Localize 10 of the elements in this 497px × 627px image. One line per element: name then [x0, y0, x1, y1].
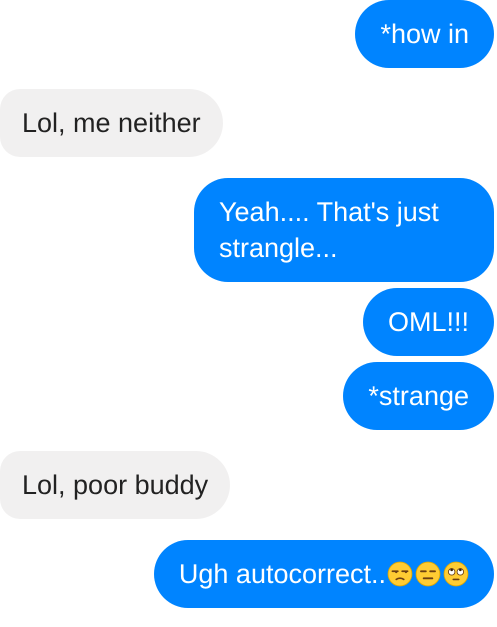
sent-message-bubble: Yeah.... That's just strangle... [194, 178, 494, 282]
sent-message-bubble: Ugh autocorrect.. [154, 540, 494, 608]
eye-roll-face-icon [443, 561, 469, 587]
unamused-face-icon [387, 561, 413, 587]
received-message-bubble: Lol, poor buddy [0, 451, 230, 519]
received-message-bubble: Lol, me neither [0, 89, 223, 157]
sent-message-bubble: OML!!! [362, 288, 494, 356]
expressionless-face-icon [415, 561, 441, 587]
sent-message-bubble: *how in [355, 0, 494, 68]
sent-message-bubble: *strange [343, 362, 494, 430]
